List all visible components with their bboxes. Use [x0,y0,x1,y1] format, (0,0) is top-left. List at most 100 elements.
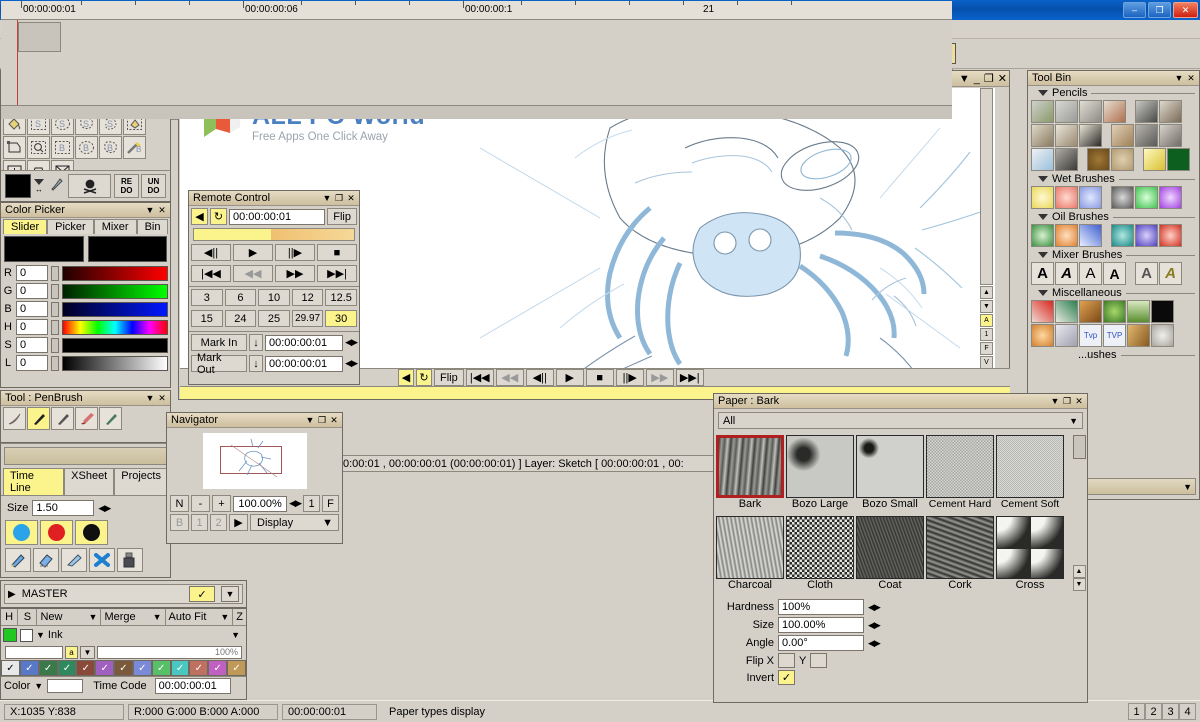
smudge-icon[interactable] [61,548,87,572]
tab-picker[interactable]: Picker [47,219,94,234]
channel-knob-r[interactable] [51,265,59,281]
section-pencils[interactable]: Pencils [1028,86,1199,99]
navigator-zoom-out-button[interactable]: - [191,495,210,512]
status-page-2[interactable]: 2 [1145,703,1162,720]
collapse-icon[interactable]: ▼ [1173,72,1185,84]
tab-bin[interactable]: Bin [136,219,169,234]
eraser-icon[interactable] [33,548,59,572]
channel-knob-l[interactable] [51,355,59,371]
misc-tvp-text-icon[interactable]: TVP [1103,324,1126,347]
charcoal-dust-icon[interactable] [1055,148,1078,171]
layer-color-field[interactable] [5,645,63,659]
navigator-preview[interactable] [171,432,338,490]
flip-y-checkbox[interactable] [810,653,828,668]
previous-color-preview[interactable] [87,236,167,262]
misc-gray-noise-icon[interactable] [1055,324,1078,347]
layer-visibility-toggle[interactable] [3,628,17,642]
current-color-preview[interactable] [4,236,84,262]
eraser-white-icon[interactable] [1031,148,1054,171]
select-transform-icon[interactable] [3,136,26,159]
flip-x-checkbox[interactable] [778,653,795,668]
remote-sound-button[interactable]: ◀ [191,208,208,225]
wet-purple-icon[interactable] [1159,186,1182,209]
color-dropdown-label[interactable]: Color [4,680,30,692]
size-spinner[interactable]: ◀▶ [98,503,111,514]
column-header-merge[interactable]: Merge ▼ [101,609,166,625]
fps-button-10[interactable]: 10 [258,289,290,306]
navigator-zoom-input[interactable]: 100.00% [233,495,288,512]
swatch-2[interactable]: ✓ [38,660,58,676]
oil-violet-icon[interactable] [1135,224,1158,247]
navigator-layer1-button[interactable]: 1 [191,514,208,531]
timeline-clip-cell[interactable] [18,22,61,52]
delete-x-icon[interactable] [89,548,115,572]
color-preview-swatch[interactable] [47,678,84,693]
swatch-1[interactable]: ✓ [19,660,39,676]
angle-spinner[interactable]: ◀▶ [868,638,881,649]
swatch-7[interactable]: ✓ [132,660,152,676]
brush-rect-icon[interactable]: B [51,136,74,159]
chalk-icon[interactable] [1111,124,1134,147]
playback-play-button[interactable]: ▶ [555,369,584,386]
paper-item-charcoal[interactable]: Charcoal [716,516,784,591]
mixer-a-plain-icon[interactable]: A [1031,262,1054,285]
mark-out-input[interactable]: 00:00:00:01 [265,355,344,372]
mixer-a-smear-icon[interactable]: A [1055,262,1078,285]
misc-flower-icon[interactable] [1031,324,1054,347]
fps-button-30[interactable]: 30 [325,310,357,327]
section-miscellaneous[interactable]: Miscellaneous [1028,286,1199,299]
misc-brown-blur-icon[interactable] [1079,300,1102,323]
paper-item-cross[interactable]: Cross [996,516,1064,591]
collapse-icon[interactable]: ▼ [1049,395,1061,407]
eyedropper-icon[interactable] [47,174,65,198]
channel-input-s[interactable]: 0 [16,337,48,353]
select-magnify-icon[interactable] [27,136,50,159]
layer-blend-icon[interactable]: ▼ [80,645,95,659]
channel-input-g[interactable]: 0 [16,283,48,299]
remote-last-button[interactable]: ▶▶| [317,265,357,282]
misc-foliage-icon[interactable] [1103,300,1126,323]
pencil-green-icon[interactable] [1031,100,1054,123]
layer-lock-icon[interactable]: a [65,645,78,659]
marker-pen-icon[interactable] [51,407,74,430]
minimize-icon[interactable]: _ [974,73,980,85]
feather-pen-icon[interactable] [3,407,26,430]
playback-rewind-button[interactable]: ◀◀ [495,369,524,386]
fps-button-24[interactable]: 24 [224,310,257,327]
misc-grass-icon[interactable] [1127,300,1150,323]
remote-next-frame-button[interactable]: ||▶ [275,244,315,261]
swatch-3[interactable]: ✓ [57,660,77,676]
channel-bar-b[interactable] [62,301,168,317]
wet-yellow-icon[interactable] [1031,186,1054,209]
channel-input-b[interactable]: 0 [16,301,48,317]
close-icon[interactable]: ✕ [998,72,1007,85]
swap-colors-icon[interactable]: ↔ [35,185,43,194]
charcoal-block-icon[interactable] [1135,124,1158,147]
canvas-button-a[interactable]: A [980,314,993,327]
paper-scroll-up-button[interactable]: ▲ [1072,565,1086,578]
fps-button-12[interactable]: 12 [291,289,324,306]
close-icon[interactable]: ✕ [156,392,168,404]
canvas-button-f[interactable]: F [980,342,993,355]
misc-wood-icon[interactable] [1127,324,1150,347]
color-swap-controls[interactable]: ↔ [33,178,44,194]
mixer-a-wide-icon[interactable]: A [1103,262,1126,285]
pencil-hard-icon[interactable] [1159,100,1182,123]
paper-item-bozo-small[interactable]: Bozo Small [856,435,924,510]
channel-input-l[interactable]: 0 [16,355,48,371]
swatch-5[interactable]: ✓ [95,660,115,676]
master-expand-icon[interactable]: ▶ [8,589,16,600]
navigator-zoom-spinner[interactable]: ◀▶ [289,498,302,509]
green-stroke-icon[interactable] [1167,148,1190,171]
fps-button-15[interactable]: 15 [191,310,223,327]
foreground-color-swatch[interactable] [5,174,31,198]
column-header-autofit[interactable]: Auto Fit ▼ [165,609,234,625]
pencil-gray-icon[interactable] [1055,100,1078,123]
airbrush-yellow-icon[interactable] [1143,148,1166,171]
restore-icon[interactable]: ❐ [316,414,328,426]
swatch-6[interactable]: ✓ [114,660,133,676]
tab-xsheet[interactable]: XSheet [64,468,115,495]
channel-bar-s[interactable] [62,337,168,353]
fps-button-12-5[interactable]: 12.5 [325,289,357,306]
playback-forward-button[interactable]: ▶▶ [645,369,674,386]
